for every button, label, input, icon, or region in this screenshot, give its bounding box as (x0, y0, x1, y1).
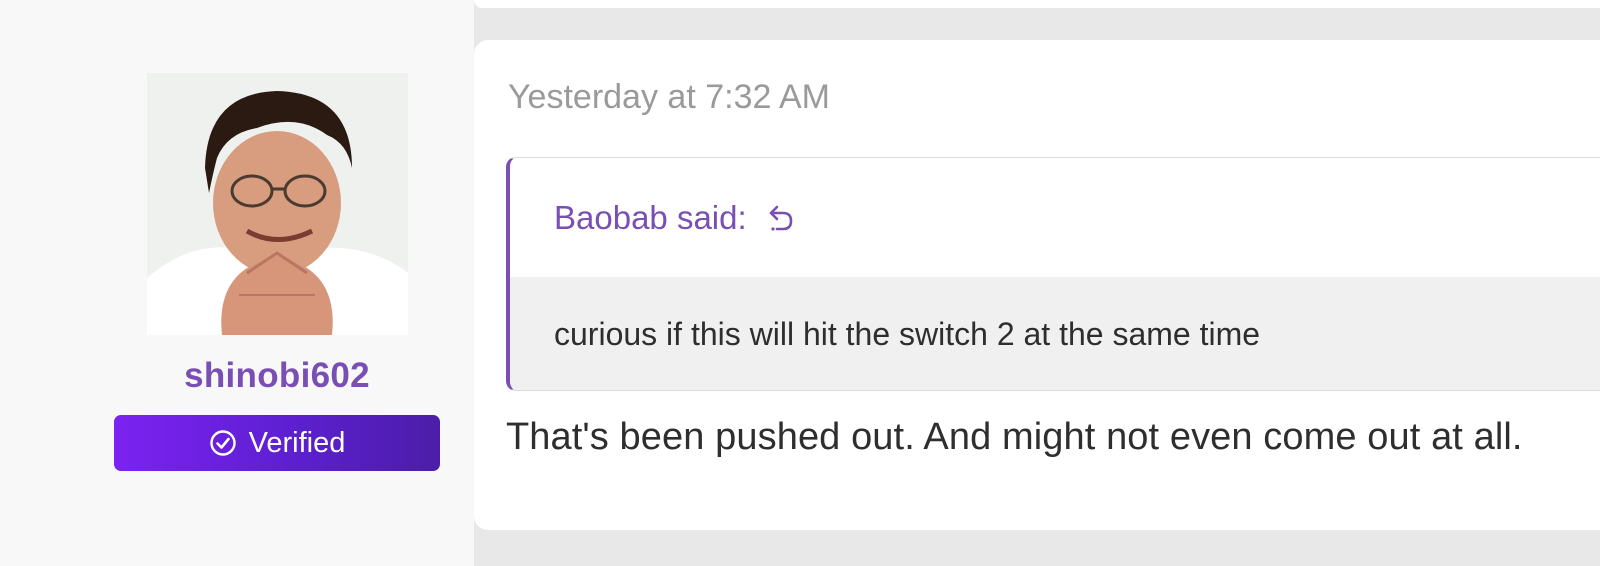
post-card: Yesterday at 7:32 AM Baobab said: curiou… (474, 40, 1600, 530)
username-link[interactable]: shinobi602 (114, 356, 440, 396)
check-circle-icon (209, 429, 237, 457)
post-message: That's been pushed out. And might not ev… (506, 416, 1523, 458)
avatar[interactable] (147, 73, 408, 335)
quote-body: curious if this will hit the switch 2 at… (510, 277, 1600, 390)
previous-post-card-edge (474, 0, 1600, 8)
user-info-column: shinobi602 Verified (0, 0, 474, 566)
quote-author-label[interactable]: Baobab said: (554, 199, 747, 237)
reply-arrow-icon[interactable] (767, 203, 795, 233)
quote-header[interactable]: Baobab said: (510, 158, 1600, 277)
quote-block: Baobab said: curious if this will hit th… (506, 157, 1600, 391)
verified-badge: Verified (114, 415, 440, 471)
verified-label: Verified (248, 426, 346, 459)
avatar-image (147, 73, 408, 335)
quote-text: curious if this will hit the switch 2 at… (554, 315, 1261, 352)
post-timestamp[interactable]: Yesterday at 7:32 AM (508, 78, 830, 117)
